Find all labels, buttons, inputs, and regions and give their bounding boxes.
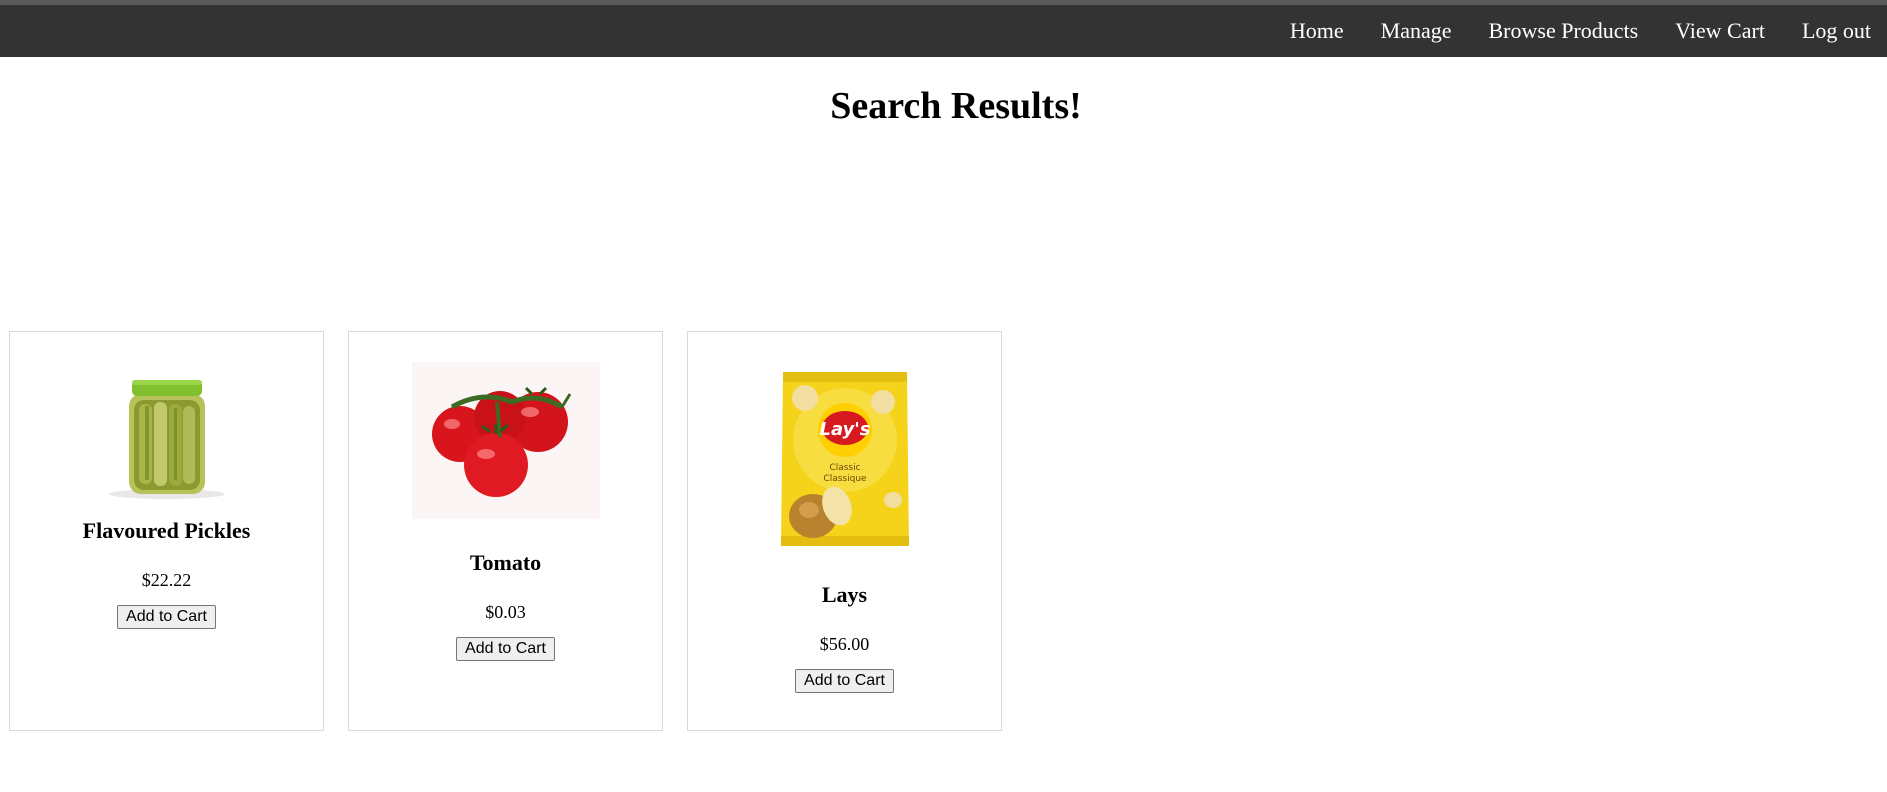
product-name: Flavoured Pickles: [82, 518, 251, 543]
add-to-cart-button[interactable]: Add to Cart: [456, 637, 555, 661]
add-to-cart-button[interactable]: Add to Cart: [117, 605, 216, 629]
pickle-jar-image: [72, 362, 262, 504]
product-list: Flavoured Pickles $22.22 Add to Cart Tom…: [9, 331, 1026, 731]
product-card-lays: Lay's Classic Classique Lays $56.00 Add …: [687, 331, 1002, 731]
product-price: $22.22: [141, 570, 192, 590]
product-card-tomato: Tomato $0.03 Add to Cart: [348, 331, 663, 731]
product-name: Tomato: [469, 550, 542, 575]
lays-chips-bag-image: Lay's Classic Classique: [775, 368, 915, 550]
lays-logo-text: Lay's: [819, 419, 870, 440]
page-title: Search Results!: [830, 85, 1082, 127]
lays-bag-text-classique: Classique: [823, 474, 867, 484]
nav-manage-link[interactable]: Manage: [1381, 18, 1452, 44]
tomato-image: [411, 362, 600, 519]
product-card-pickles: Flavoured Pickles $22.22 Add to Cart: [9, 331, 324, 731]
nav-home-link[interactable]: Home: [1290, 18, 1344, 44]
nav-browse-products-link[interactable]: Browse Products: [1489, 18, 1639, 44]
product-price: $56.00: [819, 634, 870, 654]
nav-log-out-link[interactable]: Log out: [1802, 18, 1871, 44]
top-navbar: Home Manage Browse Products View Cart Lo…: [0, 5, 1887, 57]
nav-view-cart-link[interactable]: View Cart: [1675, 18, 1765, 44]
lays-bag-text-classic: Classic: [829, 463, 860, 473]
add-to-cart-button[interactable]: Add to Cart: [795, 669, 894, 693]
product-price: $0.03: [485, 602, 526, 622]
product-name: Lays: [821, 582, 868, 607]
